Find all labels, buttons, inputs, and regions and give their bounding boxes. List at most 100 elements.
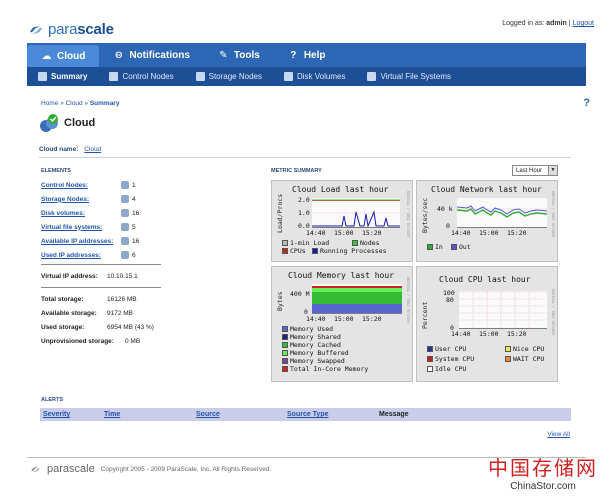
cloud-load-graph[interactable]: Cloud Load last hour Load/Procs RRDTOOL … <box>271 180 413 262</box>
legend-swatch <box>427 346 433 352</box>
cloud-cpu-graph[interactable]: Cloud CPU last hour Percent RRDTOOL / TO… <box>416 266 558 382</box>
logout-link[interactable]: Logout <box>573 20 594 27</box>
total-storage-label: Total storage: <box>41 296 84 303</box>
cloud-name-link[interactable]: Cloud <box>84 146 101 153</box>
tab-notifications[interactable]: ⊖ Notifications <box>99 43 204 67</box>
virtual-ip-label: Virtual IP address: <box>41 273 98 280</box>
legend-swatch <box>282 248 288 254</box>
time-label: 15:20 <box>507 229 527 237</box>
virtual-file-systems-icon <box>367 72 377 81</box>
time-label: 15:00 <box>479 330 499 338</box>
tab-help[interactable]: ? Help <box>274 43 340 67</box>
unprovisioned-storage-value: 0 MB <box>125 338 141 345</box>
subtab-summary[interactable]: Summary <box>27 72 98 81</box>
cloud-network-legend: In Out <box>427 243 471 251</box>
time-label: 15:00 <box>334 315 354 323</box>
cloud-name-label: Cloud name: <box>39 146 79 153</box>
legend-item: Memory Used <box>282 325 368 333</box>
cpu-ytick: 80 <box>446 296 454 304</box>
column-severity[interactable]: Severity <box>43 411 70 418</box>
legend-label: Memory Shared <box>290 333 341 341</box>
subtab-virtual-file-systems[interactable]: Virtual File Systems <box>356 72 462 81</box>
available-ip-link[interactable]: Available IP addresses: <box>41 238 121 245</box>
legend-swatch <box>282 240 288 246</box>
column-source[interactable]: Source <box>196 411 220 418</box>
cloud-load-ylabel: Load/Procs <box>276 193 284 233</box>
watermark-english: ChinaStor.com <box>510 481 576 492</box>
legend-swatch <box>427 244 433 250</box>
subtab-storage-nodes-label: Storage Nodes <box>208 72 262 81</box>
breadcrumb-home[interactable]: Home <box>41 100 58 107</box>
element-row-used-ip: Used IP addresses: 6 <box>41 251 136 259</box>
tab-tools[interactable]: ✎ Tools <box>204 43 274 67</box>
metric-range-select[interactable]: Last Hour ▼ <box>512 165 558 176</box>
subtab-summary-label: Summary <box>51 72 88 81</box>
time-label: 15:20 <box>362 229 382 237</box>
chevron-down-icon: ▼ <box>548 166 557 175</box>
legend-swatch <box>312 248 318 254</box>
legend-item: Memory Cached <box>282 341 368 349</box>
help-question-icon[interactable]: ? <box>583 97 590 109</box>
disk-volumes-link[interactable]: Disk volumes: <box>41 210 121 217</box>
virtual-file-systems-count: 5 <box>132 223 136 231</box>
rrdtool-credit: RRDTOOL / TOBI OETIKER <box>551 191 555 238</box>
unprovisioned-storage-label: Unprovisioned storage: <box>41 338 114 345</box>
rrdtool-credit: RRDTOOL / TOBI OETIKER <box>406 277 410 324</box>
control-nodes-link[interactable]: Control Nodes: <box>41 182 121 189</box>
legend-item: CPUs Running Processes <box>282 247 387 255</box>
breadcrumb-separator: » <box>60 100 64 107</box>
subtab-control-nodes[interactable]: Control Nodes <box>98 72 184 81</box>
cloud-memory-plot <box>312 284 402 314</box>
sub-navigation: Summary Control Nodes Storage Nodes Disk… <box>27 67 586 86</box>
storage-nodes-link[interactable]: Storage Nodes: <box>41 196 121 203</box>
page-title: Cloud <box>64 117 96 129</box>
column-time[interactable]: Time <box>104 411 120 418</box>
cloud-network-plot <box>457 198 547 228</box>
parascale-logo[interactable]: parascale <box>28 21 114 38</box>
available-ip-icon <box>121 237 129 245</box>
view-all-alerts-link[interactable]: View All <box>547 431 570 438</box>
metric-range-value: Last Hour <box>516 167 543 174</box>
legend-label: CPUs <box>290 247 306 255</box>
used-ip-link[interactable]: Used IP addresses: <box>41 252 121 259</box>
cloud-cpu-title: Cloud CPU last hour <box>439 275 531 284</box>
section-divider <box>39 157 571 158</box>
storage-divider <box>41 287 161 288</box>
time-label: 14:40 <box>451 229 471 237</box>
column-source-type[interactable]: Source Type <box>287 411 329 418</box>
total-storage-value: 16126 MB <box>107 296 137 303</box>
column-message: Message <box>379 411 409 418</box>
legend-swatch <box>282 326 288 332</box>
legend-label: Running Processes <box>320 247 387 255</box>
legend-item: Memory Shared <box>282 333 368 341</box>
watermark-chinese: 中国存储网 <box>488 456 598 480</box>
breadcrumb-current: Summary <box>89 100 120 107</box>
cloud-memory-graph[interactable]: Cloud Memory last hour Bytes RRDTOOL / T… <box>271 266 413 382</box>
breadcrumb-cloud[interactable]: Cloud <box>66 100 83 107</box>
footer-logo: parascale <box>47 463 95 475</box>
elements-heading: ELEMENTS <box>41 168 71 174</box>
subtab-storage-nodes[interactable]: Storage Nodes <box>185 72 273 81</box>
legend-label: Total In-Core Memory <box>290 365 369 373</box>
time-label: 14:40 <box>306 315 326 323</box>
cloud-network-graph[interactable]: Cloud Network last hour Bytes/sec RRDTOO… <box>416 180 558 262</box>
time-label: 14:40 <box>306 229 326 237</box>
virtual-file-systems-link[interactable]: Virtual file systems: <box>41 224 121 231</box>
legend-label: 1-min Load <box>290 239 330 247</box>
available-storage-label: Available storage: <box>41 310 97 317</box>
legend-swatch <box>282 350 288 356</box>
available-storage-value: 9172 MB <box>107 310 134 317</box>
used-ip-icon <box>121 251 129 259</box>
element-row-available-ip: Available IP addresses: 16 <box>41 237 139 245</box>
rrdtool-credit: RRDTOOL / TOBI OETIKER <box>406 191 410 238</box>
network-ytick: 40 k <box>437 205 453 213</box>
load-ytick: 1.0 <box>298 209 310 217</box>
wrench-icon: ✎ <box>219 49 228 61</box>
legend-item: Total In-Core Memory <box>282 365 368 373</box>
tab-cloud[interactable]: ☁ Cloud <box>27 45 100 67</box>
cloud-status-icon <box>40 114 58 132</box>
used-ip-count: 6 <box>132 251 136 259</box>
login-info: Logged in as: admin | Logout <box>502 20 594 27</box>
footer-logo-icon <box>31 466 40 472</box>
subtab-disk-volumes[interactable]: Disk Volumes <box>273 72 356 81</box>
